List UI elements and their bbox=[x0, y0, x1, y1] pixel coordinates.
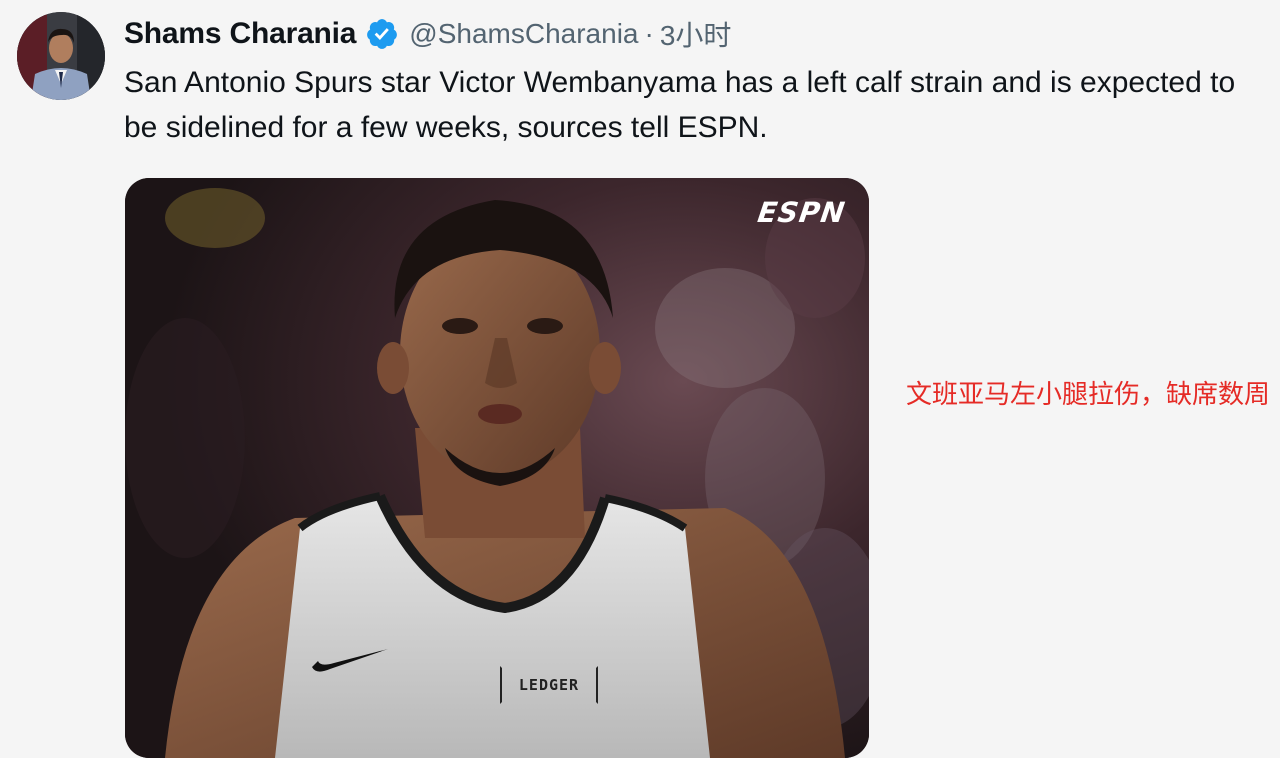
espn-watermark: ESPN bbox=[755, 196, 848, 229]
nike-swoosh-icon bbox=[312, 649, 388, 672]
verified-badge-icon bbox=[365, 17, 399, 51]
separator-dot: · bbox=[644, 18, 654, 49]
player-photo bbox=[125, 178, 869, 758]
tweet-text: San Antonio Spurs star Victor Wembanyama… bbox=[124, 66, 1236, 144]
tweet-timestamp[interactable]: 3小时 bbox=[660, 14, 732, 54]
tweet-media-image[interactable] bbox=[125, 178, 869, 758]
tweet-header: Shams Charania @ShamsCharania · 3小时 bbox=[124, 14, 731, 54]
author-avatar[interactable] bbox=[17, 12, 105, 100]
jersey-sponsor-patch: LEDGER bbox=[500, 666, 598, 704]
annotation-text: 文班亚马左小腿拉伤，缺席数周 bbox=[906, 379, 1271, 409]
author-name[interactable]: Shams Charania bbox=[124, 17, 356, 51]
avatar-image bbox=[17, 12, 105, 100]
author-handle[interactable]: @ShamsCharania bbox=[409, 18, 638, 50]
